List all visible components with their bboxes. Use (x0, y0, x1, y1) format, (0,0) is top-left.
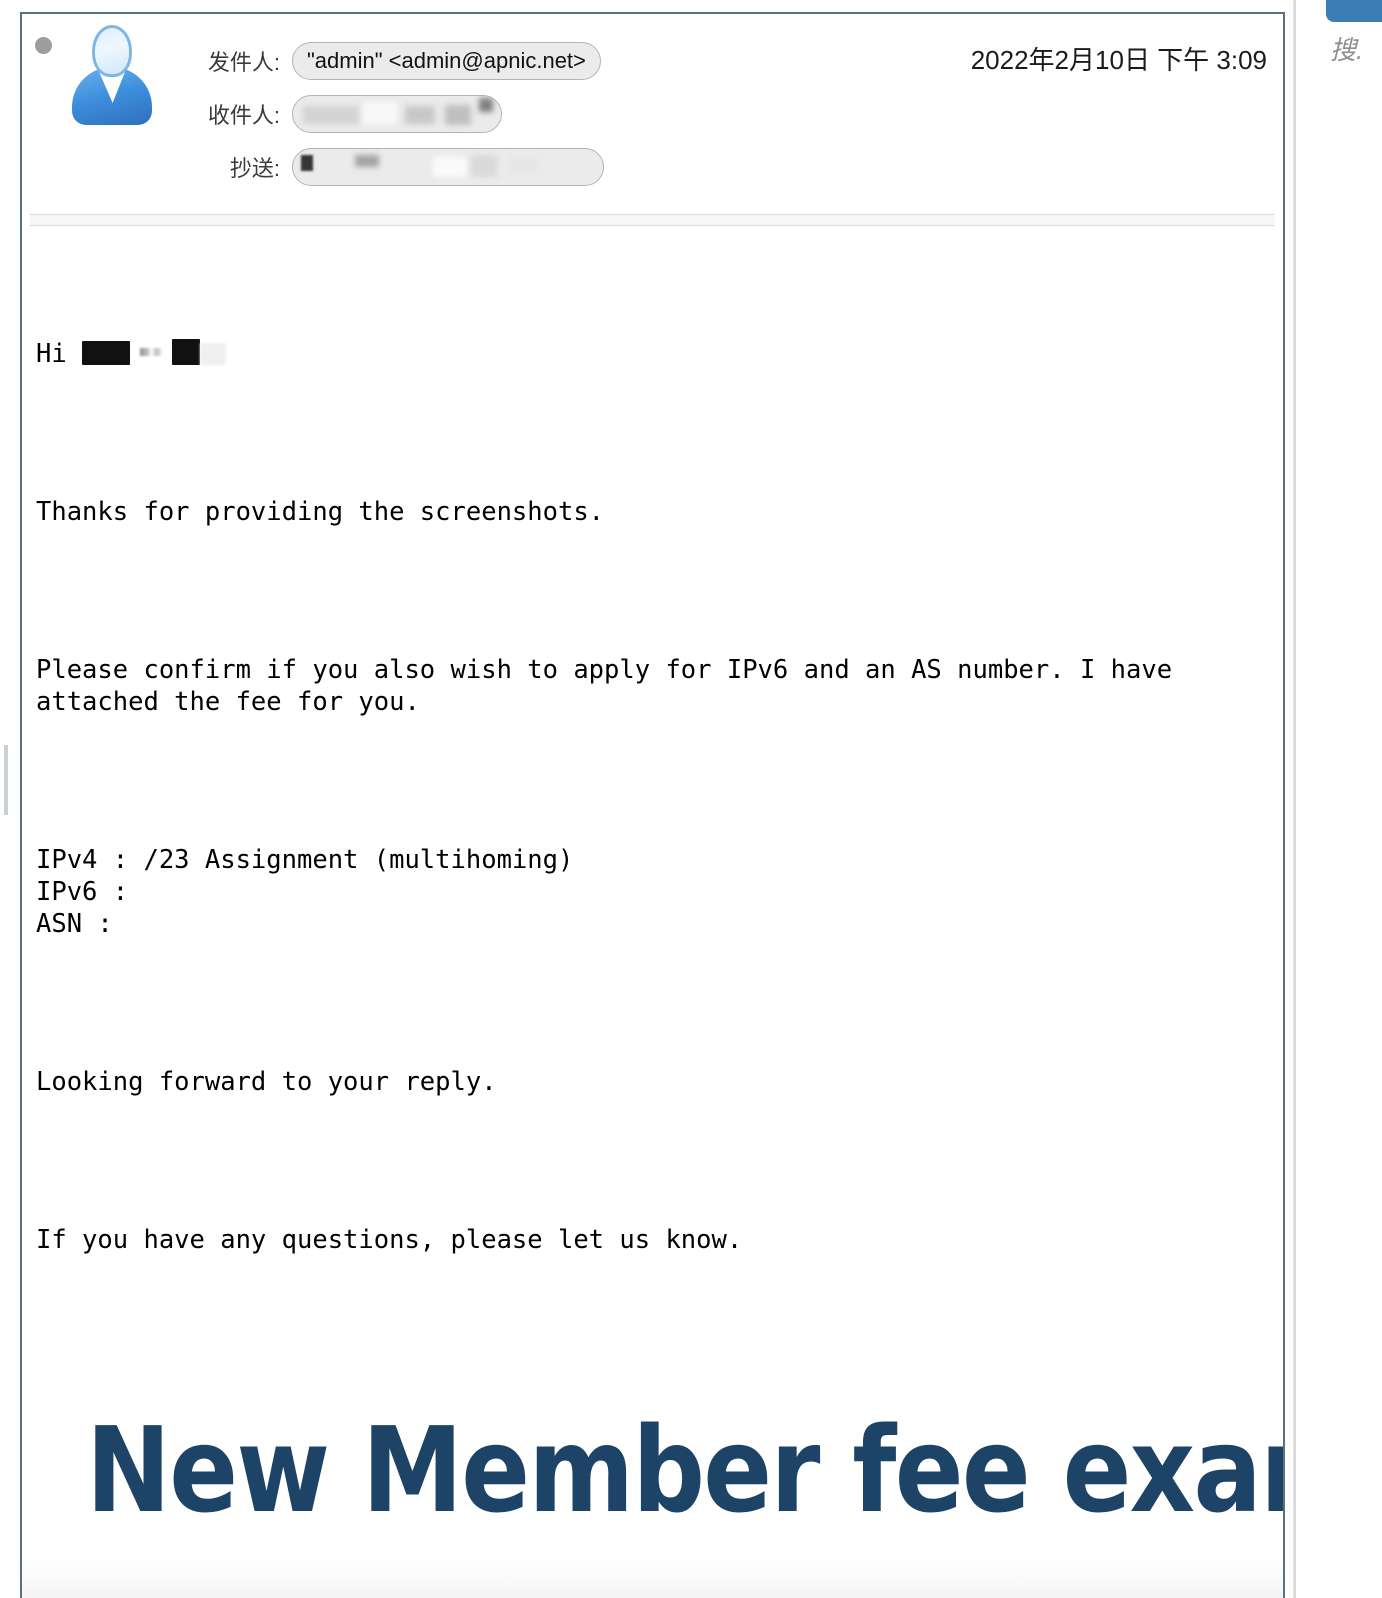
greeting-line: Hi (36, 338, 1269, 370)
redaction-block (200, 343, 227, 365)
to-label: 收件人: (207, 102, 280, 128)
attachment-banner-title: New Member fee examples (86, 1401, 1283, 1539)
redacted-recipient-surname (172, 339, 201, 365)
resource-line-ipv4: IPv4 : /23 Assignment (multihoming) (36, 845, 574, 875)
resource-line-ipv6: IPv6 : (36, 877, 129, 907)
redaction-block (355, 154, 379, 167)
redaction-block (479, 97, 493, 112)
redaction-block (140, 348, 163, 356)
sidebar-divider (1294, 0, 1296, 1598)
to-field-row: 收件人: (162, 87, 862, 140)
scroll-edge-artifact (4, 745, 8, 815)
header-fields: 发件人: "admin" <admin@apnic.net> 收件人: 抄送: (162, 34, 862, 193)
resource-line-asn: ASN : (36, 909, 113, 939)
right-sidebar: 搜. (1293, 0, 1382, 1598)
redaction-block (471, 154, 497, 177)
redaction-block (363, 101, 397, 124)
email-viewer: 发件人: "admin" <admin@apnic.net> 收件人: 抄送: (0, 0, 1382, 1598)
avatar-head (92, 25, 132, 77)
closing-questions: If you have any questions, please let us… (36, 1225, 743, 1255)
from-value-pill[interactable]: "admin" <admin@apnic.net> (292, 41, 601, 80)
closing-looking-forward: Looking forward to your reply. (36, 1067, 497, 1097)
greeting-text: Hi (36, 339, 83, 369)
message-header: 发件人: "admin" <admin@apnic.net> 收件人: 抄送: (22, 14, 1283, 226)
message-frame: 发件人: "admin" <admin@apnic.net> 收件人: 抄送: (20, 12, 1285, 1598)
attachment-preview-image[interactable]: New Member fee examples (22, 1359, 1283, 1598)
body-paragraph-confirm: Please confirm if you also wish to apply… (36, 655, 1188, 717)
to-value-pill[interactable] (292, 94, 502, 133)
redaction-block (445, 104, 471, 125)
resource-request-list: IPv4 : /23 Assignment (multihoming) IPv6 … (36, 844, 1269, 940)
body-paragraph-thanks: Thanks for providing the screenshots. (36, 497, 605, 527)
redacted-recipient-name (82, 341, 131, 365)
banner-bottom-fade (22, 1560, 1283, 1598)
cc-label: 抄送: (229, 155, 280, 181)
from-label: 发件人: (207, 49, 280, 75)
redaction-block (433, 156, 467, 177)
from-field-row: 发件人: "admin" <admin@apnic.net> (162, 34, 862, 87)
cc-field-row: 抄送: (162, 140, 862, 193)
search-placeholder-text[interactable]: 搜. (1330, 30, 1363, 67)
redaction-block (509, 156, 539, 173)
header-separator (30, 214, 1275, 226)
contact-avatar-icon (71, 22, 153, 126)
cc-value-pill[interactable] (292, 147, 604, 186)
sidebar-action-button[interactable] (1326, 0, 1382, 22)
redaction-block (301, 154, 313, 171)
redaction-block (405, 105, 435, 124)
unread-status-dot[interactable] (35, 37, 52, 54)
redaction-block (303, 105, 359, 124)
message-date: 2022年2月10日 下午 3:09 (970, 45, 1267, 75)
